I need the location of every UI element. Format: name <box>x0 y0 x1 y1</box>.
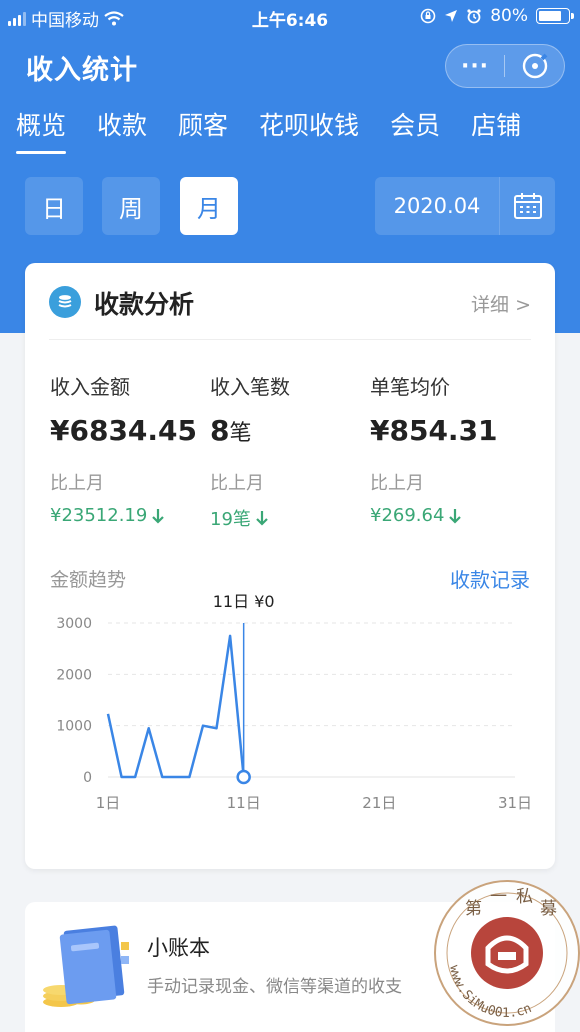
detail-link[interactable]: 详细 > <box>471 290 531 317</box>
data-point[interactable] <box>228 634 232 638</box>
ledger-book-icon <box>43 925 129 1007</box>
metric-label: 收入笔数 <box>210 375 290 399</box>
data-point[interactable] <box>160 775 164 779</box>
metric-income-amount: 收入金额 ¥6834.45 比上月 ¥23512.19 <box>50 371 210 526</box>
data-point[interactable] <box>242 775 246 779</box>
close-button[interactable] <box>505 52 564 80</box>
battery-percent: 80% <box>490 6 528 26</box>
data-point[interactable] <box>133 775 137 779</box>
tab-customers[interactable]: 顾客 <box>178 106 228 154</box>
watermark-stamp: 第 一 私 募 www.SiMu001.cn <box>434 880 580 1026</box>
data-point[interactable] <box>201 724 205 728</box>
tab-payments[interactable]: 收款 <box>97 106 147 154</box>
x-tick-label: 11日 <box>227 794 261 812</box>
card-divider <box>49 339 531 340</box>
alarm-icon <box>467 9 481 24</box>
metric-income-count: 收入笔数 8笔 比上月 19笔 <box>210 371 370 531</box>
metric-average-price: 单笔均价 ¥854.31 比上月 ¥269.64 <box>370 371 530 526</box>
date-picker[interactable]: 2020.04 <box>375 177 555 235</box>
tooltip-label: 11日 ¥0 <box>213 592 275 611</box>
compare-label: 比上月 <box>370 473 424 494</box>
series-line <box>106 634 245 779</box>
data-point[interactable] <box>106 712 110 716</box>
watermark-char: 第 <box>465 899 482 919</box>
tab-overview[interactable]: 概览 <box>16 106 67 154</box>
data-point[interactable] <box>215 726 219 730</box>
card-header: 收款分析 详细 > <box>25 263 555 340</box>
tab-store[interactable]: 店铺 <box>471 106 521 154</box>
data-point[interactable] <box>187 775 191 779</box>
watermark-char: 募 <box>540 899 557 919</box>
prev-value: 19笔 <box>210 505 370 531</box>
y-tick-label: 1000 <box>56 719 92 735</box>
tab-bar: 概览 收款 顾客 花呗收钱 会员 店铺 <box>16 106 521 154</box>
metric-value: ¥854.31 <box>370 414 498 447</box>
battery-icon <box>536 8 574 24</box>
page-title: 收入统计 <box>26 55 138 86</box>
compare-label: 比上月 <box>210 473 264 494</box>
data-point[interactable] <box>120 775 124 779</box>
calendar-button[interactable] <box>499 177 555 235</box>
metric-value: ¥6834.45 <box>50 414 198 447</box>
arrow-down-icon <box>449 508 462 524</box>
compare-label: 比上月 <box>50 473 104 494</box>
metric-label: 单笔均价 <box>370 375 450 399</box>
data-point[interactable] <box>147 726 151 730</box>
x-tick-label: 1日 <box>96 794 121 812</box>
metric-value: 8笔 <box>210 414 252 447</box>
period-day-button[interactable]: 日 <box>25 177 83 235</box>
tab-members[interactable]: 会员 <box>390 106 440 154</box>
watermark-char: 一 <box>490 887 507 907</box>
rotation-lock-icon <box>420 8 436 24</box>
tab-huabei[interactable]: 花呗收钱 <box>259 106 359 154</box>
location-icon <box>445 10 458 22</box>
y-tick-label: 2000 <box>56 667 92 683</box>
mini-program-capsule: ··· <box>445 44 565 88</box>
data-point[interactable] <box>174 775 178 779</box>
period-week-button[interactable]: 周 <box>102 177 160 235</box>
more-button[interactable]: ··· <box>446 54 504 79</box>
prev-value: ¥269.64 <box>370 505 530 526</box>
ledger-description: 手动记录现金、微信等渠道的收支 <box>147 977 402 997</box>
coins-icon <box>49 286 81 318</box>
payment-analysis-card: 收款分析 详细 > 收入金额 ¥6834.45 比上月 ¥23512.19 收入… <box>25 263 555 869</box>
x-tick-label: 31日 <box>498 794 532 812</box>
watermark-char: 私 <box>516 887 533 907</box>
x-tick-label: 21日 <box>362 794 396 812</box>
card-title: 收款分析 <box>94 290 195 319</box>
period-month-button[interactable]: 月 <box>180 177 238 235</box>
y-tick-label: 3000 <box>56 616 92 632</box>
ledger-title: 小账本 <box>147 936 210 960</box>
arrow-down-icon <box>152 508 165 524</box>
prev-value: ¥23512.19 <box>50 505 210 526</box>
amount-trend-chart[interactable]: 0 1000 2000 3000 1日 11日 21日 31日 11日 ¥0 <box>25 585 555 825</box>
close-circle-icon <box>522 53 547 79</box>
arrow-down-icon <box>256 511 268 526</box>
y-tick-label: 0 <box>83 770 92 786</box>
status-bar: 中国移动 上午6:46 80% <box>0 0 580 32</box>
date-value: 2020.04 <box>393 194 481 218</box>
calendar-icon <box>513 193 542 219</box>
metric-label: 收入金额 <box>50 375 130 399</box>
